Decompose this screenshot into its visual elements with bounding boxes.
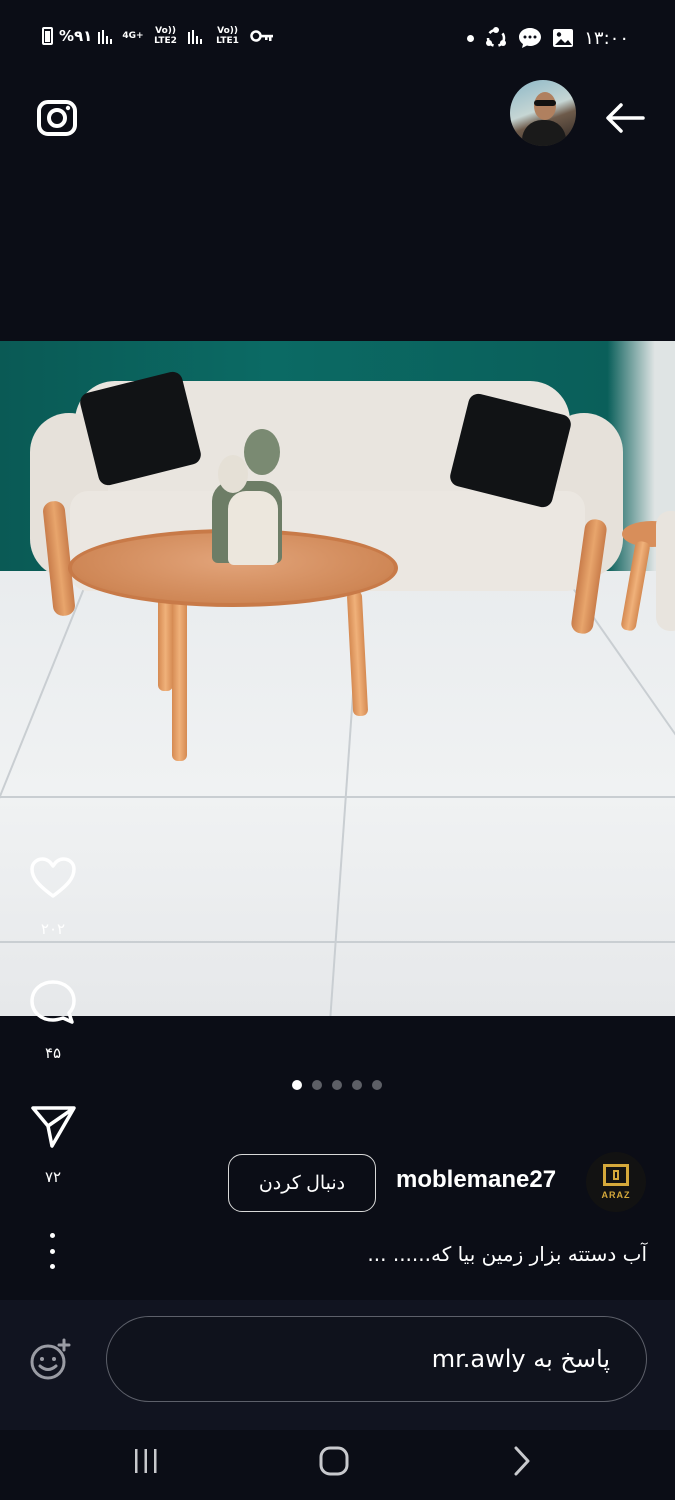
chevron-right-icon[interactable] xyxy=(492,1440,552,1482)
profile-logo[interactable]: ARAZ xyxy=(586,1152,646,1212)
signal-icon xyxy=(98,30,113,44)
side-chair xyxy=(656,511,675,631)
avatar-face xyxy=(534,92,556,120)
carousel-dot xyxy=(372,1080,382,1090)
status-left: %۹۱ 4G+ Vo)) LTE2 Vo)) LTE1 xyxy=(42,26,274,46)
carousel-dot xyxy=(312,1080,322,1090)
key-icon xyxy=(249,30,273,42)
status-time: ۱۳:۰۰ xyxy=(584,27,629,49)
avatar-body xyxy=(522,120,566,146)
share-count[interactable]: ۷۲ xyxy=(0,1168,106,1186)
follow-button[interactable]: دنبال کردن xyxy=(228,1154,376,1212)
home-icon[interactable] xyxy=(304,1440,364,1482)
comment-icon[interactable] xyxy=(28,978,78,1026)
comment-count[interactable]: ۴۵ xyxy=(0,1044,106,1062)
tile-line xyxy=(0,570,92,869)
post-username[interactable]: moblemane27 xyxy=(396,1166,556,1194)
sculpture-white-head xyxy=(218,455,248,493)
message-icon xyxy=(519,28,542,48)
recents-icon[interactable] xyxy=(116,1440,176,1482)
arrow-left-icon[interactable] xyxy=(603,98,647,138)
post-photo[interactable] xyxy=(0,341,675,1016)
carousel-indicator xyxy=(292,1080,382,1090)
status-bar: %۹۱ 4G+ Vo)) LTE2 Vo)) LTE1 ۱۳:۰۰ xyxy=(0,0,675,80)
reply-input[interactable] xyxy=(106,1316,647,1402)
araz-logo-text: ARAZ xyxy=(601,1190,631,1200)
volte-1-badge: Vo)) LTE1 xyxy=(216,26,239,46)
table-leg xyxy=(172,596,187,761)
post-caption[interactable]: آب دستته بزار زمین بیا که...... ... xyxy=(47,1242,647,1266)
tile-line xyxy=(0,941,675,943)
carousel-dot xyxy=(332,1080,342,1090)
carousel-dot xyxy=(352,1080,362,1090)
network-type: 4G+ xyxy=(122,31,144,41)
sync-icon xyxy=(486,27,507,48)
volte-2-badge: Vo)) LTE2 xyxy=(154,26,177,46)
signal-icon xyxy=(187,30,202,44)
araz-logo-mark xyxy=(603,1164,629,1186)
avatar-glasses xyxy=(534,100,556,106)
sculpture-green-head xyxy=(244,429,280,475)
send-icon[interactable] xyxy=(28,1102,78,1150)
gallery-icon xyxy=(553,29,574,47)
camera-icon[interactable] xyxy=(34,95,80,141)
carousel-dot-active xyxy=(292,1080,302,1090)
battery-icon xyxy=(42,27,53,45)
photo-floor xyxy=(0,570,675,1016)
sculpture-white-body xyxy=(228,491,278,565)
battery-level: %۹۱ xyxy=(59,27,93,45)
more-dot xyxy=(49,1233,55,1238)
emoji-add-icon[interactable] xyxy=(28,1338,72,1382)
status-right: ۱۳:۰۰ xyxy=(467,26,629,50)
heart-icon[interactable] xyxy=(28,854,78,902)
tile-line xyxy=(0,796,675,798)
avatar[interactable] xyxy=(510,80,576,146)
table-leg xyxy=(158,591,173,691)
notification-dot-icon xyxy=(467,34,475,42)
like-count[interactable]: ۲۰۲ xyxy=(0,920,106,938)
